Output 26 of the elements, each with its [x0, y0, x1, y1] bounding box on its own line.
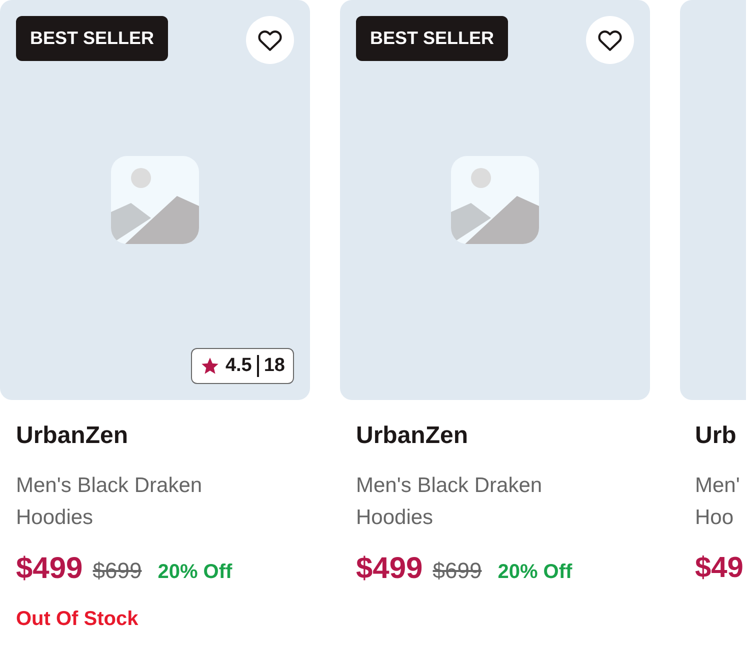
rating-value: 4.5 [225, 355, 252, 377]
image-placeholder-icon [111, 156, 199, 244]
sale-price: $499 [356, 552, 423, 586]
star-icon [200, 356, 220, 376]
discount-label: 20% Off [498, 561, 572, 584]
product-description: Men's Black Draken [356, 473, 542, 499]
best-seller-badge: BEST SELLER [356, 16, 508, 61]
review-count: 18 [264, 355, 285, 377]
stock-status: Out Of Stock [16, 608, 138, 631]
wishlist-button[interactable] [246, 16, 294, 64]
product-description: Men' [695, 473, 740, 499]
discount-label: 20% Off [158, 561, 232, 584]
product-description: Hoodies [356, 505, 434, 531]
sale-price: $499 [16, 552, 83, 586]
original-price: $699 [92, 558, 142, 584]
brand-name: UrbanZen [356, 422, 468, 450]
image-placeholder-icon [451, 156, 539, 244]
brand-name: UrbanZen [16, 422, 128, 450]
product-description: Hoodies [16, 505, 94, 531]
best-seller-badge: BEST SELLER [16, 16, 168, 61]
original-price: $699 [432, 558, 482, 584]
wishlist-button[interactable] [586, 16, 634, 64]
sale-price: $49 [695, 552, 744, 585]
brand-name: Urb [695, 422, 736, 450]
product-description: Hoo [695, 505, 734, 531]
product-description: Men's Black Draken [16, 473, 202, 499]
